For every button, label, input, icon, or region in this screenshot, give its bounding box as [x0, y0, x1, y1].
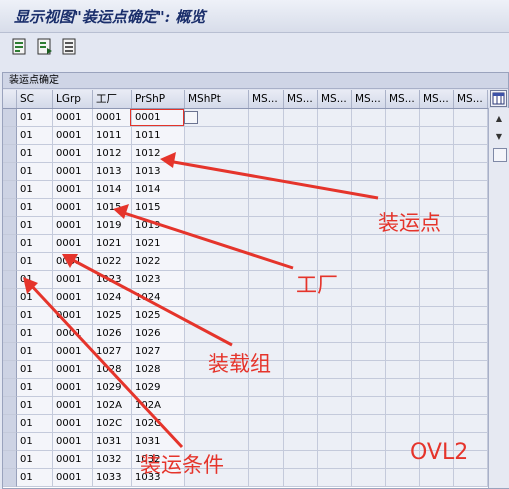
- annotation-arrows: [23, 152, 379, 449]
- annotation-shipping-point: 装运点: [378, 211, 441, 235]
- annotation-plant: 工厂: [296, 273, 338, 297]
- annotation-loading-group: 装载组: [208, 352, 271, 376]
- arrow-head: [113, 204, 129, 219]
- arrow-plant: [120, 210, 294, 270]
- annotation-watermark: OVL2: [410, 440, 469, 465]
- annotation-shipping-condition: 装运条件: [140, 453, 224, 477]
- arrow-head: [160, 152, 176, 168]
- arrow-loading-group: [68, 256, 233, 347]
- arrow-shipping-point: [167, 159, 379, 200]
